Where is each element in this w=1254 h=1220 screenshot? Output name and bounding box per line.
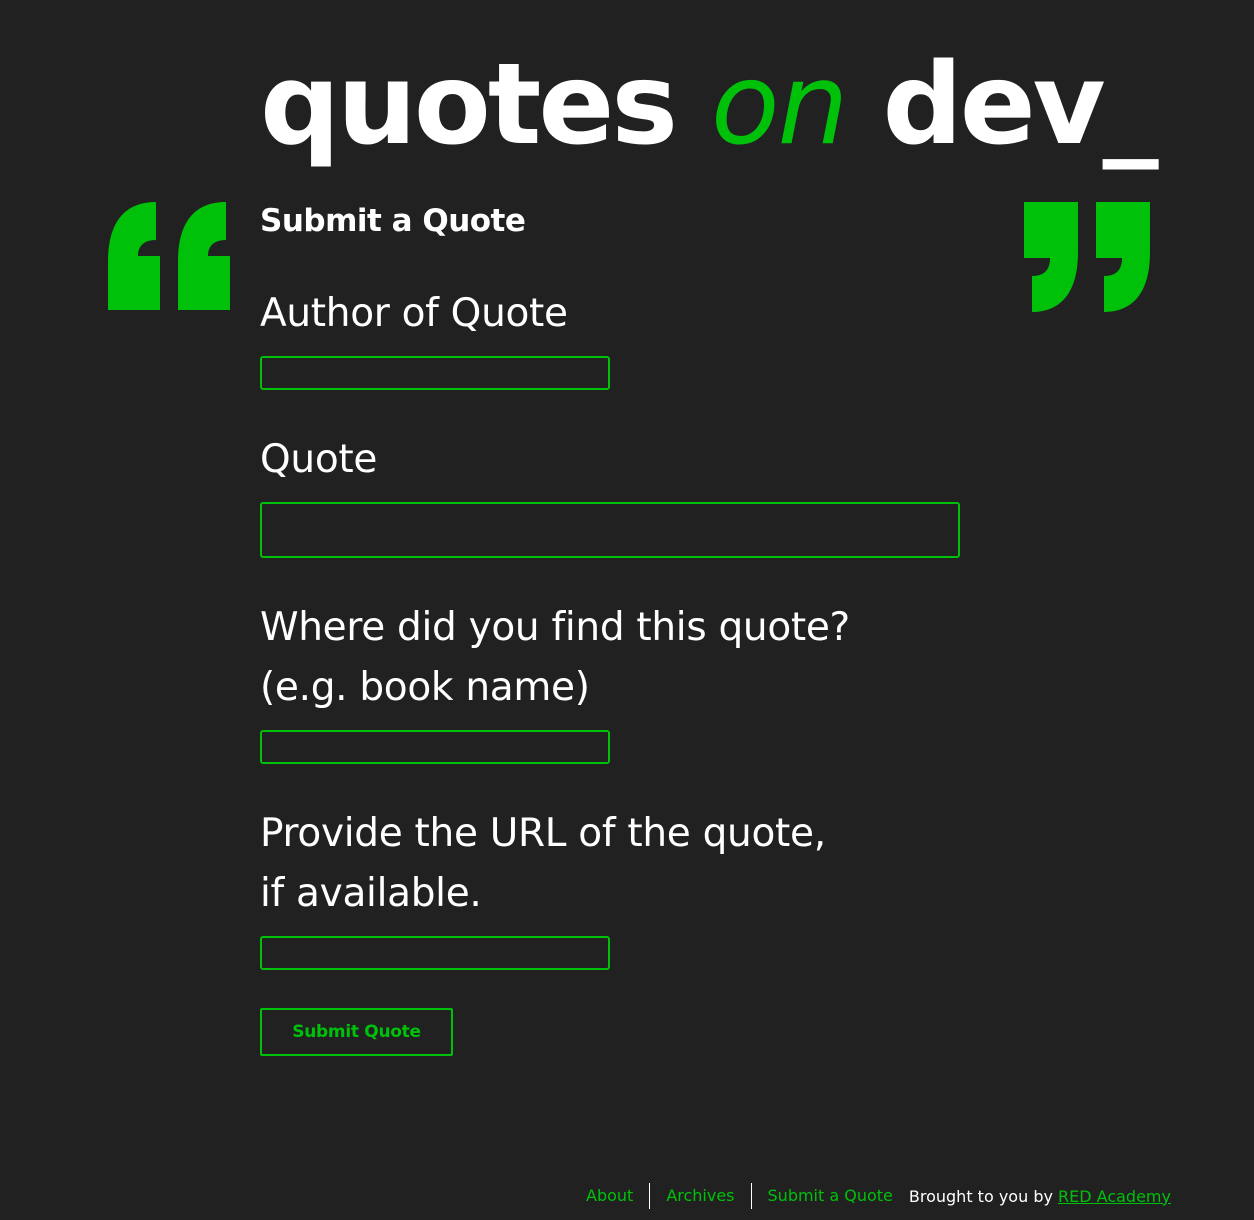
site-footer: About Archives Submit a Quote Brought to… <box>570 1180 1171 1212</box>
quote-textarea[interactable] <box>260 502 960 558</box>
close-quote-icon <box>1024 202 1150 312</box>
page: quotes on dev_ Submit a Quote Author of … <box>0 0 1254 1220</box>
footer-nav: About Archives Submit a Quote <box>570 1183 909 1209</box>
author-input[interactable] <box>260 356 610 390</box>
source-input[interactable] <box>260 730 610 764</box>
red-academy-link[interactable]: RED Academy <box>1058 1187 1171 1206</box>
source-label: Where did you find this quote? (e.g. boo… <box>260 605 850 710</box>
footer-link-archives[interactable]: Archives <box>649 1183 750 1209</box>
form-title: Submit a Quote <box>260 203 526 239</box>
url-input[interactable] <box>260 936 610 970</box>
footer-link-submit[interactable]: Submit a Quote <box>750 1183 909 1209</box>
logo-word-on: on <box>711 40 849 170</box>
open-quote-icon <box>108 202 230 310</box>
logo-word-quotes: quotes <box>260 40 712 170</box>
author-label: Author of Quote <box>260 291 568 336</box>
url-label: Provide the URL of the quote, if availab… <box>260 811 826 916</box>
quote-label: Quote <box>260 437 378 482</box>
credit-prefix: Brought to you by <box>908 1186 1059 1206</box>
submit-quote-button[interactable]: Submit Quote <box>260 1008 453 1056</box>
footer-link-about[interactable]: About <box>570 1183 649 1209</box>
footer-credit: Brought to you by RED Academy <box>909 1187 1171 1206</box>
logo-word-dev: dev_ <box>846 40 1159 170</box>
site-logo[interactable]: quotes on dev_ <box>260 40 1159 170</box>
